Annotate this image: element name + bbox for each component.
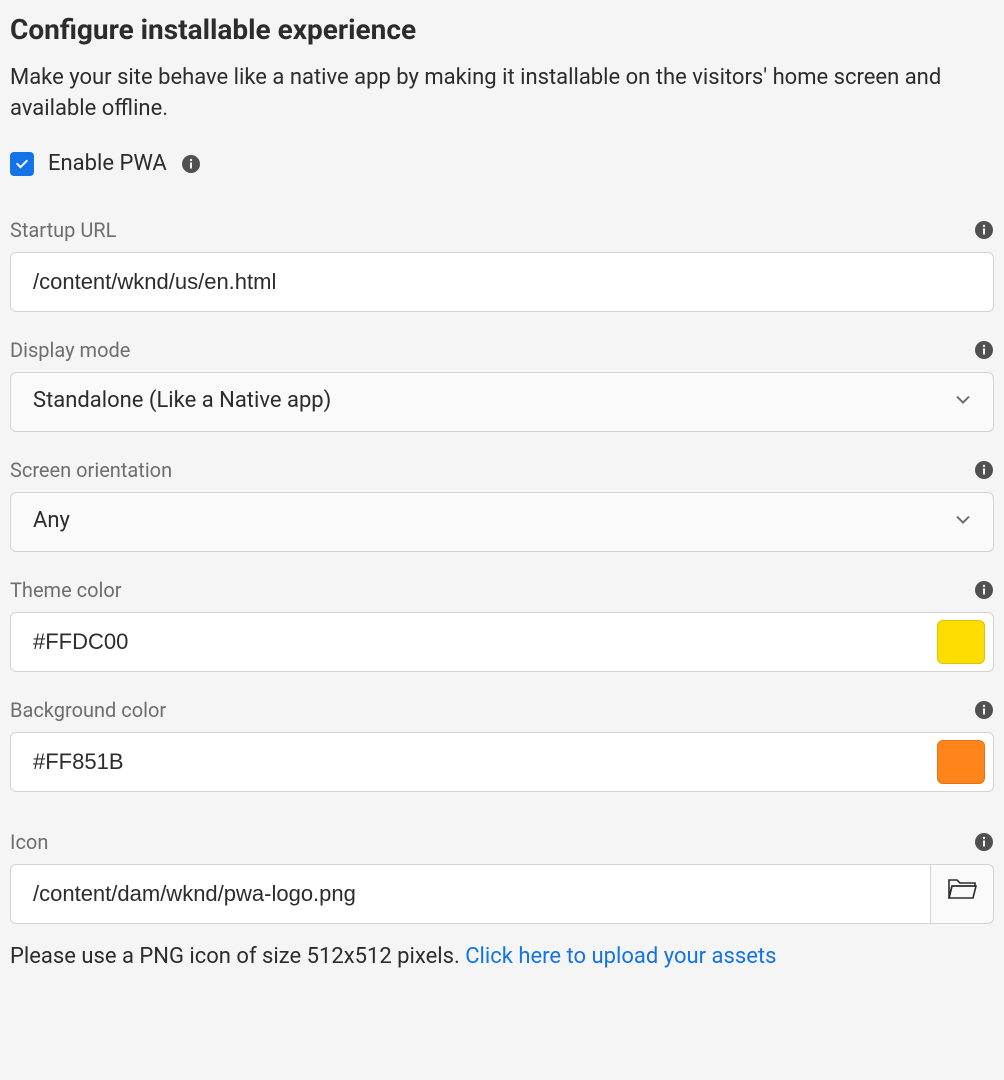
upload-assets-link[interactable]: Click here to upload your assets [465, 944, 776, 969]
icon-hint-text: Please use a PNG icon of size 512x512 pi… [10, 944, 465, 969]
info-icon[interactable] [974, 832, 994, 852]
screen-orientation-label: Screen orientation [10, 456, 172, 484]
startup-url-input[interactable] [10, 252, 994, 312]
chevron-down-icon [955, 506, 971, 537]
display-mode-label: Display mode [10, 336, 130, 364]
enable-pwa-checkbox[interactable] [10, 152, 34, 176]
enable-pwa-label: Enable PWA [48, 149, 167, 180]
page-subtitle: Make your site behave like a native app … [10, 63, 994, 125]
chevron-down-icon [955, 386, 971, 417]
info-icon[interactable] [974, 220, 994, 240]
theme-color-label: Theme color [10, 576, 122, 604]
browse-folder-button[interactable] [930, 864, 994, 924]
folder-open-icon [947, 876, 977, 912]
info-icon[interactable] [974, 700, 994, 720]
background-color-input[interactable] [33, 749, 937, 775]
theme-color-input[interactable] [33, 629, 937, 655]
startup-url-label: Startup URL [10, 216, 116, 244]
background-color-label: Background color [10, 696, 166, 724]
display-mode-value: Standalone (Like a Native app) [33, 386, 331, 417]
icon-path-input[interactable] [10, 864, 930, 924]
icon-label: Icon [10, 828, 48, 856]
screen-orientation-value: Any [33, 506, 70, 537]
page-title: Configure installable experience [10, 10, 994, 49]
info-icon[interactable] [181, 154, 201, 174]
info-icon[interactable] [974, 580, 994, 600]
background-color-swatch[interactable] [937, 740, 985, 784]
screen-orientation-select[interactable]: Any [10, 492, 994, 552]
info-icon[interactable] [974, 460, 994, 480]
info-icon[interactable] [974, 340, 994, 360]
display-mode-select[interactable]: Standalone (Like a Native app) [10, 372, 994, 432]
theme-color-swatch[interactable] [937, 620, 985, 664]
icon-hint: Please use a PNG icon of size 512x512 pi… [10, 942, 994, 973]
